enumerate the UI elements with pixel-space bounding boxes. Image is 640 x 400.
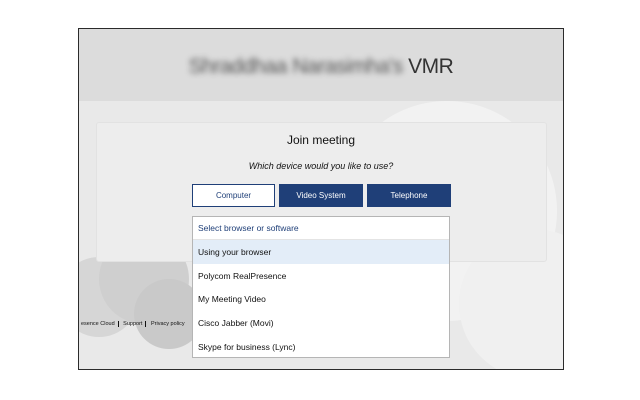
join-meeting-title: Join meeting xyxy=(286,133,356,147)
dropdown-option-cisco-jabber[interactable]: Cisco Jabber (Movi) xyxy=(193,311,449,335)
footer-separator xyxy=(117,321,119,327)
dropdown-option-using-browser[interactable]: Using your browser xyxy=(193,240,449,264)
computer-button[interactable]: Computer xyxy=(192,184,275,207)
dropdown-option-skype-business[interactable]: Skype for business (Lync) xyxy=(193,335,449,357)
vmr-title: Shraddhaa Narasimha's VMR xyxy=(79,55,563,79)
video-system-button[interactable]: Video System xyxy=(279,184,363,207)
device-question: Which device would you like to use? xyxy=(248,161,394,171)
footer-link-privacy[interactable]: Privacy policy xyxy=(149,321,187,327)
footer-links: esence Cloud Support Privacy policy xyxy=(79,321,187,327)
vmr-suffix: VMR xyxy=(408,55,454,78)
telephone-button[interactable]: Telephone xyxy=(367,184,451,207)
footer-link-cloud[interactable]: esence Cloud xyxy=(79,321,117,327)
browser-software-dropdown[interactable]: Select browser or software Using your br… xyxy=(192,216,450,358)
footer-separator xyxy=(145,321,147,327)
dropdown-option-polycom[interactable]: Polycom RealPresence xyxy=(193,264,449,288)
dropdown-option-my-meeting-video[interactable]: My Meeting Video xyxy=(193,288,449,312)
dropdown-placeholder: Select browser or software xyxy=(198,223,299,233)
footer-link-support[interactable]: Support xyxy=(121,321,144,327)
app-window: Shraddhaa Narasimha's VMR Join meeting W… xyxy=(78,28,564,370)
vmr-owner-name: Shraddhaa Narasimha's xyxy=(188,55,404,78)
dropdown-selected-value[interactable]: Select browser or software xyxy=(193,217,449,240)
